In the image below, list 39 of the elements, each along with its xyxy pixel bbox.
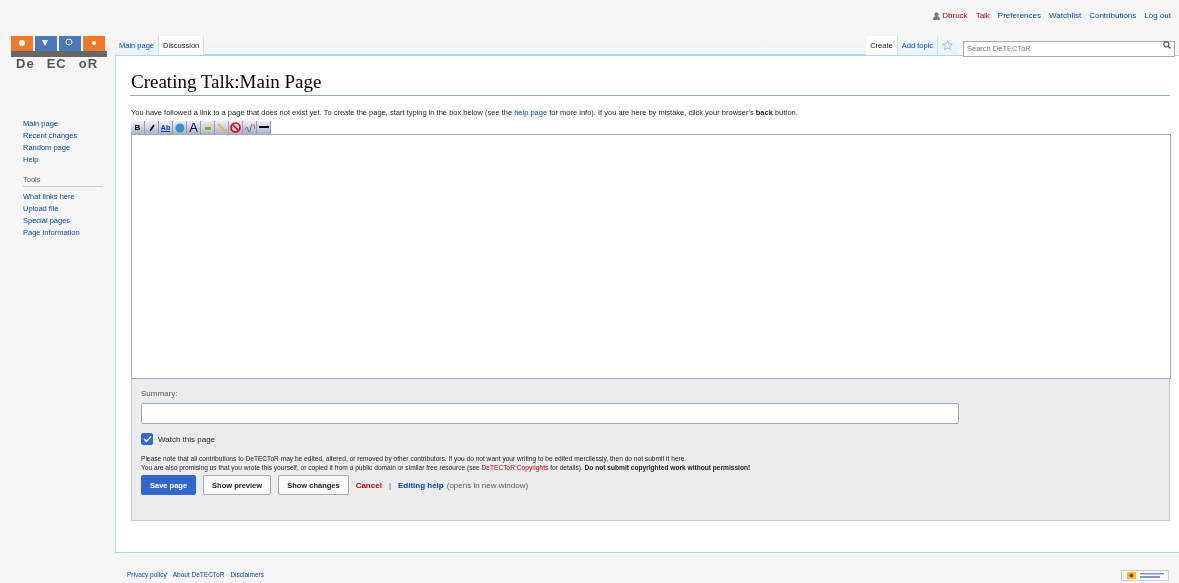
watch-checkbox[interactable] — [141, 433, 153, 445]
globe-icon — [174, 122, 185, 133]
no-sign-icon — [230, 122, 241, 133]
signature-button[interactable] — [243, 121, 257, 134]
personal-link[interactable]: Watchlist — [1049, 11, 1082, 20]
help-note: (opens in new window) — [446, 480, 529, 490]
image-button[interactable] — [201, 121, 215, 134]
user-link[interactable]: Dbruck — [933, 11, 968, 20]
site-logo[interactable]: De EC oR — [10, 36, 108, 76]
summary-field[interactable] — [141, 403, 959, 424]
headline-button[interactable]: A — [187, 121, 201, 134]
bold-button[interactable]: B — [131, 121, 145, 134]
media-icon — [216, 122, 227, 133]
personal-link[interactable]: Talk — [975, 11, 990, 20]
horizontal-rule-button[interactable] — [257, 121, 271, 134]
user-icon — [933, 11, 941, 20]
personal-link[interactable]: Preferences — [997, 11, 1041, 20]
italic-button[interactable] — [145, 121, 159, 134]
image-icon — [203, 124, 212, 131]
page-title: Creating Talk:Main Page — [130, 68, 1170, 96]
search-icon[interactable] — [1163, 41, 1171, 49]
globe-button[interactable] — [173, 121, 187, 134]
italic-icon — [147, 123, 156, 132]
cancel-link[interactable]: Cancel — [355, 480, 382, 490]
checkmark-icon — [142, 435, 152, 443]
logo-text: EC — [46, 56, 67, 71]
media-button[interactable] — [215, 121, 229, 134]
powered-by-badge[interactable] — [1121, 570, 1169, 581]
summary-label: Summary: — [141, 389, 179, 398]
watch-label: Watch this page — [158, 434, 216, 444]
personal-link[interactable]: Log out — [1144, 11, 1171, 20]
personal-link[interactable]: Contributions — [1089, 11, 1137, 20]
line-icon — [258, 126, 269, 129]
separator: | — [388, 480, 391, 490]
logo-text: De — [16, 56, 35, 71]
logo-text: oR — [78, 56, 99, 71]
editing-help-link[interactable]: Editing help — [397, 480, 444, 490]
nowiki-button[interactable] — [229, 121, 243, 134]
signature-icon — [243, 123, 256, 132]
